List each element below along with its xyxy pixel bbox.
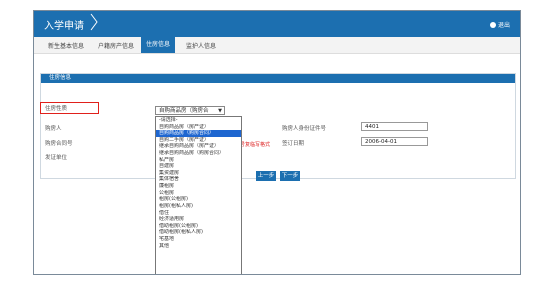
dropdown-option[interactable]: 公租房 [156,190,241,197]
dropdown-option[interactable]: 自购商品房（房产证） [156,124,241,131]
dropdown-option[interactable]: 集体宿舍 [156,176,241,183]
tab-guardian-info[interactable]: 监护人信息 [182,40,220,51]
dropdown-option[interactable]: -请选择- [156,117,241,124]
housing-type-label: 住房性质 [45,106,68,112]
dropdown-option[interactable]: 私产房 [156,157,241,164]
tab-student-info[interactable]: 新生基本信息 [44,40,88,51]
contract-no-label: 购房合同号 [45,141,73,147]
dropdown-option[interactable]: 宅基地 [156,236,241,243]
tab-bar: 新生基本信息 户籍房产信息 住房信息 监护人信息 [34,37,520,54]
sign-date-label: 签订日期 [282,141,305,147]
top-bar: 入学申请 退出 [34,11,520,37]
dropdown-option[interactable]: 借住 [156,210,241,217]
buyer-id-input[interactable]: 4401 [361,122,428,131]
buyer-label: 购房人 [45,126,62,132]
housing-type-value: 自购商品房（购房合 [159,108,209,114]
breadcrumb-chevron-icon [90,13,98,31]
dropdown-option[interactable]: 廉租房 [156,183,241,190]
caret-down-icon: ▼ [218,108,222,114]
tab-housing-info[interactable]: 住房信息 [141,37,176,53]
tab-household-info[interactable]: 户籍房产信息 [94,40,138,51]
logout-label: 退出 [497,22,510,29]
dropdown-option[interactable]: 借助租房(租私人房) [156,229,241,236]
dropdown-option[interactable]: 租房(租私人房) [156,203,241,210]
housing-panel: 住房信息 [40,73,516,179]
next-button[interactable]: 下一步 [280,171,300,181]
dropdown-option[interactable]: 继承自购商品房（购房合同） [156,150,241,157]
sign-date-input[interactable]: 2006-04-01 [361,137,428,146]
dropdown-option[interactable]: 自建房 [156,163,241,170]
dropdown-option[interactable]: 租房(公租房) [156,196,241,203]
dropdown-option[interactable]: 自购二手房（房产证） [156,137,241,144]
dropdown-option[interactable]: 借助租房(公租房) [156,223,241,230]
buyer-id-label: 购房人身份证件号 [282,126,327,132]
dropdown-option[interactable]: 其他 [156,243,241,250]
housing-type-select[interactable]: 自购商品房（购房合 ▼ [155,106,225,115]
issuer-label: 发证单位 [45,155,68,161]
prev-button[interactable]: 上一步 [256,171,276,181]
logout-button[interactable]: 退出 [489,20,510,29]
dropdown-option[interactable]: 继承自购商品房（房产证） [156,143,241,150]
panel-title: 住房信息 [41,74,515,83]
dropdown-option[interactable]: 集资建房 [156,170,241,177]
app-window: 入学申请 退出 新生基本信息 户籍房产信息 住房信息 监护人信息 住房信息 住房… [33,10,521,275]
warning-text: 号复临写格式 [240,142,271,148]
app-title: 入学申请 [44,21,84,32]
dropdown-option[interactable]: 经济适用房 [156,216,241,223]
housing-type-dropdown: -请选择- 自购商品房（房产证） 自购商品房（购房合同） 自购二手房（房产证） … [155,116,242,274]
dropdown-option-selected[interactable]: 自购商品房（购房合同） [156,130,241,137]
power-icon [489,21,496,28]
